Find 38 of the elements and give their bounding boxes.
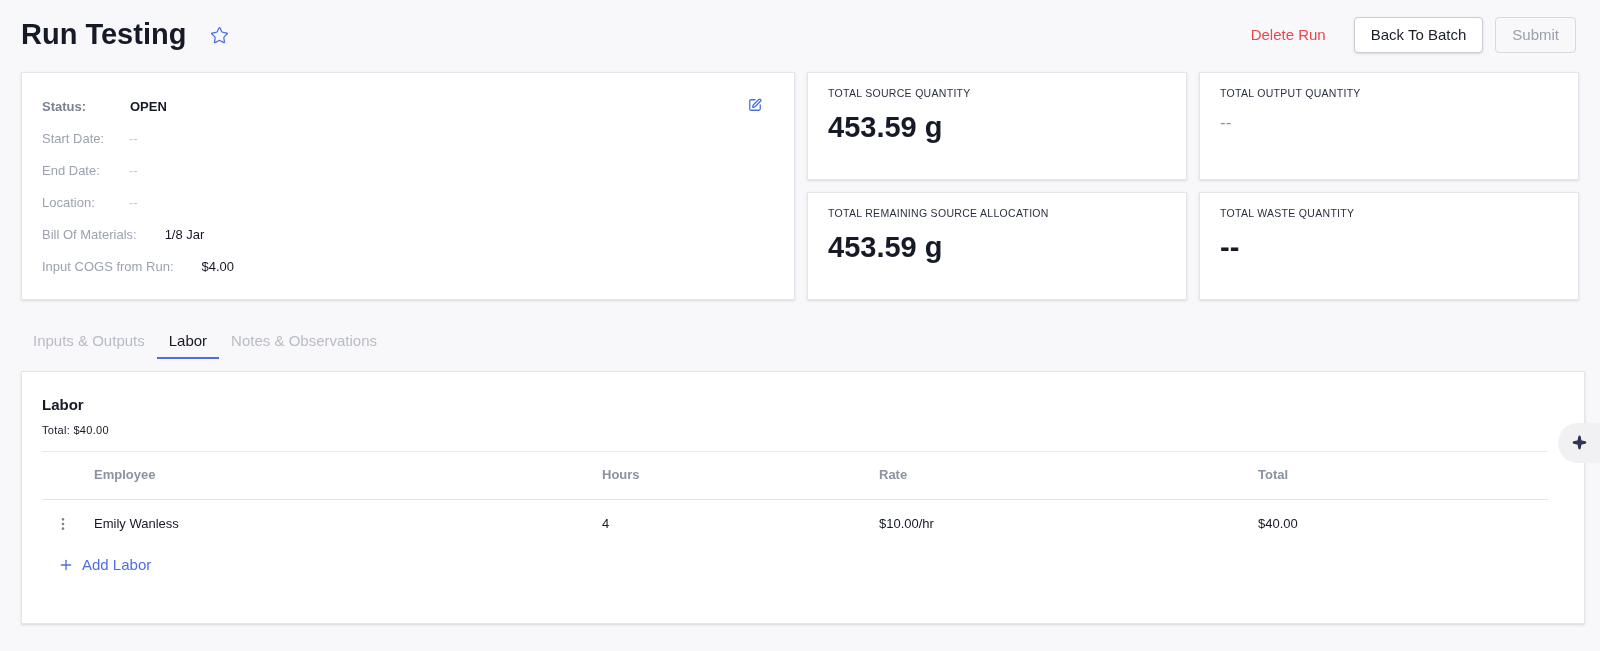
delete-link[interactable]: Delete Run: [1234, 17, 1342, 53]
sparkle-icon: [1571, 435, 1587, 450]
field-label: Start Date:: [42, 129, 106, 148]
action-button[interactable]: Back To Batch: [1353, 17, 1484, 53]
field-label: Input COGS from Run:: [42, 257, 175, 276]
stat-value: 453.59 g: [828, 109, 944, 145]
field-label: End Date:: [42, 161, 101, 180]
table-cell-text: $40.00: [1258, 514, 1299, 533]
field-value: 1/8 Jar: [164, 225, 205, 244]
star-icon[interactable]: [210, 25, 230, 45]
stat-label: TOTAL WASTE QUANTITY: [1220, 206, 1356, 221]
field-label: Status:: [42, 97, 88, 116]
table-cell-text: 4: [602, 514, 611, 533]
column-header: Total: [1258, 466, 1290, 485]
field-value: --: [129, 129, 138, 148]
column-header: Employee: [94, 466, 157, 485]
field-label: Bill Of Materials:: [42, 225, 138, 244]
field-value: $4.00: [201, 257, 235, 276]
page-title: Run Testing: [21, 17, 187, 53]
column-header: Rate: [879, 466, 909, 485]
field-value: --: [129, 193, 138, 212]
section-total: Total: $40.00: [42, 423, 110, 438]
field-label: Location:: [42, 193, 96, 212]
stat-label: TOTAL OUTPUT QUANTITY: [1220, 86, 1362, 101]
stat-value: --: [1220, 229, 1241, 265]
stat-label: TOTAL SOURCE QUANTITY: [828, 86, 972, 101]
table-cell-text: $10.00/hr: [879, 514, 935, 533]
field-value: --: [129, 161, 138, 180]
stat-value: 453.59 g: [828, 229, 944, 265]
stat-label: TOTAL REMAINING SOURCE ALLOCATION: [828, 206, 1050, 221]
section-title: Labor: [42, 394, 85, 415]
column-header: Hours: [602, 466, 641, 485]
tab[interactable]: Labor: [156, 330, 220, 359]
stat-value: --: [1220, 111, 1233, 134]
field-value: OPEN: [130, 97, 167, 116]
edit-icon[interactable]: [748, 98, 762, 112]
table-cell-text: Emily Wanless: [94, 514, 180, 533]
add-labor-button[interactable]: Add Labor: [58, 553, 152, 576]
